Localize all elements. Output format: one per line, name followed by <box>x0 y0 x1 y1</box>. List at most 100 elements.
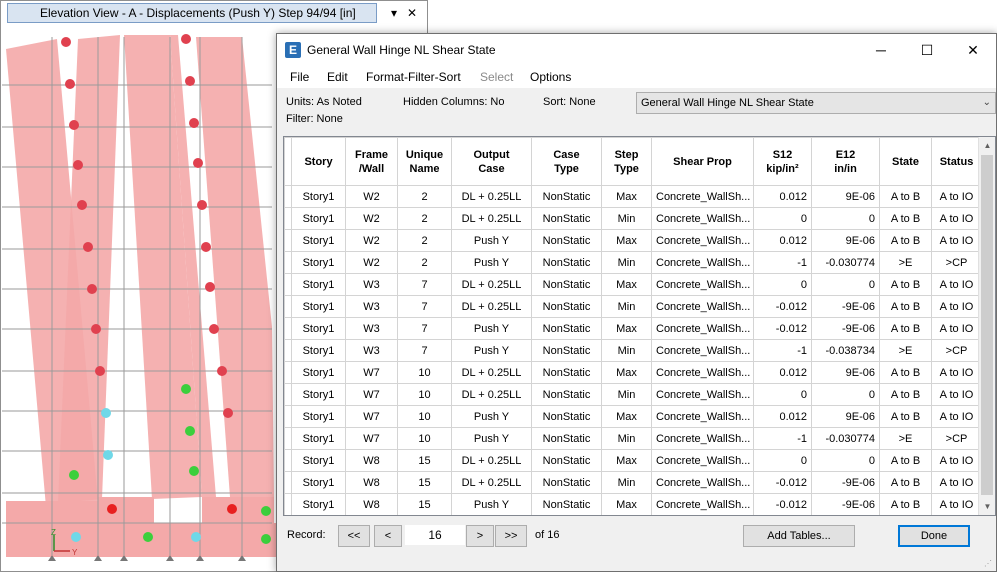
cell-state[interactable]: A to B <box>879 207 932 230</box>
row-header[interactable] <box>284 251 292 274</box>
row-header[interactable] <box>284 339 292 362</box>
table-row[interactable]: Story1 W3 7 Push Y NonStatic Max Concrete_Wall… <box>284 317 982 340</box>
cell-s12[interactable]: 0 <box>753 449 812 472</box>
table-row[interactable]: Story1 W8 15 DL + 0.25LL NonStatic Max Concret… <box>284 449 982 472</box>
first-record-button[interactable]: << <box>338 525 370 547</box>
column-header-status[interactable]: Status <box>931 137 982 186</box>
cell-frame-wall[interactable]: W7 <box>345 361 398 384</box>
cell-unique-name[interactable]: 2 <box>397 207 452 230</box>
cell-unique-name[interactable]: 7 <box>397 273 452 296</box>
cell-shear-prop[interactable]: Concrete_WallSh... <box>651 251 754 274</box>
cell-case-type[interactable]: NonStatic <box>531 405 602 428</box>
table-row[interactable]: Story1 W7 10 Push Y NonStatic Min Concrete_Wal… <box>284 427 982 450</box>
cell-story[interactable]: Story1 <box>291 449 346 472</box>
cell-unique-name[interactable]: 7 <box>397 317 452 340</box>
cell-e12[interactable]: 0 <box>811 383 880 406</box>
menu-edit[interactable]: Edit <box>327 70 348 84</box>
cell-unique-name[interactable]: 7 <box>397 295 452 318</box>
cell-shear-prop[interactable]: Concrete_WallSh... <box>651 361 754 384</box>
cell-output-case[interactable]: Push Y <box>451 493 532 515</box>
cell-status[interactable]: A to IO <box>931 317 982 340</box>
cell-s12[interactable]: -0.012 <box>753 317 812 340</box>
cell-unique-name[interactable]: 10 <box>397 383 452 406</box>
cell-status[interactable]: A to IO <box>931 471 982 494</box>
cell-e12[interactable]: -0.030774 <box>811 427 880 450</box>
cell-e12[interactable]: -0.030774 <box>811 251 880 274</box>
cell-e12[interactable]: -0.038734 <box>811 339 880 362</box>
cell-s12[interactable]: 0 <box>753 383 812 406</box>
cell-story[interactable]: Story1 <box>291 295 346 318</box>
cell-frame-wall[interactable]: W8 <box>345 493 398 515</box>
column-header-case-type[interactable]: Case Type <box>531 137 602 186</box>
cell-state[interactable]: A to B <box>879 405 932 428</box>
cell-state[interactable]: A to B <box>879 361 932 384</box>
cell-e12[interactable]: -9E-06 <box>811 295 880 318</box>
cell-frame-wall[interactable]: W7 <box>345 383 398 406</box>
cell-case-type[interactable]: NonStatic <box>531 251 602 274</box>
cell-story[interactable]: Story1 <box>291 383 346 406</box>
cell-shear-prop[interactable]: Concrete_WallSh... <box>651 207 754 230</box>
cell-e12[interactable]: 0 <box>811 207 880 230</box>
cell-case-type[interactable]: NonStatic <box>531 383 602 406</box>
cell-step-type[interactable]: Min <box>601 251 652 274</box>
cell-e12[interactable]: 0 <box>811 449 880 472</box>
cell-s12[interactable]: 0 <box>753 273 812 296</box>
cell-s12[interactable]: -0.012 <box>753 295 812 318</box>
cell-state[interactable]: >E <box>879 251 932 274</box>
cell-frame-wall[interactable]: W3 <box>345 295 398 318</box>
cell-status[interactable]: A to IO <box>931 383 982 406</box>
cell-frame-wall[interactable]: W2 <box>345 251 398 274</box>
cell-output-case[interactable]: DL + 0.25LL <box>451 383 532 406</box>
cell-frame-wall[interactable]: W3 <box>345 339 398 362</box>
cell-step-type[interactable]: Max <box>601 273 652 296</box>
cell-case-type[interactable]: NonStatic <box>531 361 602 384</box>
cell-shear-prop[interactable]: Concrete_WallSh... <box>651 405 754 428</box>
column-header-step-type[interactable]: Step Type <box>601 137 652 186</box>
scroll-down-icon[interactable]: ▼ <box>979 498 995 515</box>
menu-options[interactable]: Options <box>530 70 571 84</box>
cell-state[interactable]: A to B <box>879 383 932 406</box>
row-header[interactable] <box>284 471 292 494</box>
cell-s12[interactable]: 0.012 <box>753 405 812 428</box>
elevation-window-tab[interactable]: Elevation View - A - Displacements (Push… <box>7 3 377 23</box>
row-header[interactable] <box>284 361 292 384</box>
cell-step-type[interactable]: Min <box>601 295 652 318</box>
menu-file[interactable]: File <box>290 70 309 84</box>
column-header-state[interactable]: State <box>879 137 932 186</box>
dialog-titlebar[interactable]: E General Wall Hinge NL Shear State ─ ☐ … <box>277 34 996 66</box>
table-row[interactable]: Story1 W2 2 DL + 0.25LL NonStatic Max Concrete… <box>284 185 982 208</box>
cell-unique-name[interactable]: 15 <box>397 449 452 472</box>
table-row[interactable]: Story1 W7 10 DL + 0.25LL NonStatic Min Concret… <box>284 383 982 406</box>
cell-state[interactable]: >E <box>879 427 932 450</box>
cell-output-case[interactable]: DL + 0.25LL <box>451 295 532 318</box>
data-grid[interactable]: Story Frame/Wall Unique Name Output Case Case T… <box>283 136 996 516</box>
cell-output-case[interactable]: DL + 0.25LL <box>451 471 532 494</box>
cell-shear-prop[interactable]: Concrete_WallSh... <box>651 383 754 406</box>
table-select-dropdown[interactable]: General Wall Hinge NL Shear State ⌄ <box>636 92 996 114</box>
cell-unique-name[interactable]: 7 <box>397 339 452 362</box>
column-header-output-case[interactable]: Output Case <box>451 137 532 186</box>
row-header[interactable] <box>284 427 292 450</box>
cell-output-case[interactable]: DL + 0.25LL <box>451 207 532 230</box>
cell-shear-prop[interactable]: Concrete_WallSh... <box>651 339 754 362</box>
cell-state[interactable]: A to B <box>879 295 932 318</box>
next-record-button[interactable]: > <box>466 525 494 547</box>
cell-s12[interactable]: -1 <box>753 427 812 450</box>
cell-story[interactable]: Story1 <box>291 207 346 230</box>
cell-s12[interactable]: 0.012 <box>753 229 812 252</box>
cell-status[interactable]: A to IO <box>931 207 982 230</box>
cell-e12[interactable]: 9E-06 <box>811 405 880 428</box>
cell-output-case[interactable]: DL + 0.25LL <box>451 185 532 208</box>
cell-output-case[interactable]: Push Y <box>451 317 532 340</box>
column-header-shear-prop[interactable]: Shear Prop <box>651 137 754 186</box>
cell-state[interactable]: A to B <box>879 273 932 296</box>
cell-output-case[interactable]: Push Y <box>451 427 532 450</box>
cell-step-type[interactable]: Max <box>601 449 652 472</box>
cell-frame-wall[interactable]: W7 <box>345 427 398 450</box>
last-record-button[interactable]: >> <box>495 525 527 547</box>
cell-state[interactable]: A to B <box>879 471 932 494</box>
column-header-e12[interactable]: E12 in/in <box>811 137 880 186</box>
cell-frame-wall[interactable]: W7 <box>345 405 398 428</box>
row-header[interactable] <box>284 493 292 515</box>
cell-e12[interactable]: -9E-06 <box>811 493 880 515</box>
